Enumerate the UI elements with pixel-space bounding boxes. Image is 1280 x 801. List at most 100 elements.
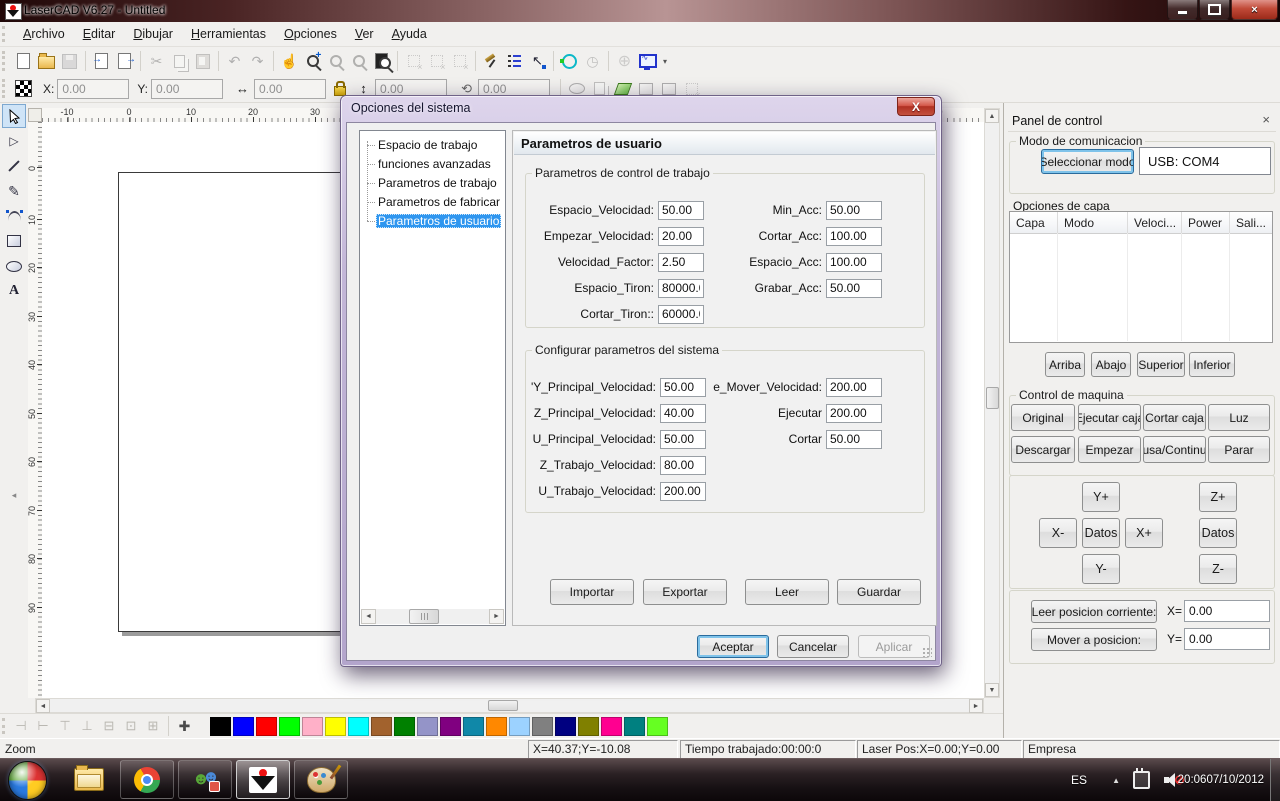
scroll-up-icon[interactable]: ▲ — [985, 109, 999, 123]
minimize-button[interactable] — [1167, 0, 1198, 20]
zoom-out-icon[interactable] — [324, 50, 347, 72]
pick-tool-icon[interactable] — [526, 50, 549, 72]
u-principal-field[interactable] — [660, 430, 706, 449]
save-icon[interactable] — [58, 50, 81, 72]
palette-more-icon[interactable]: ◂ — [2, 483, 26, 507]
vertical-scrollbar[interactable]: ▲ ▼ — [984, 108, 1000, 698]
menu-editar[interactable]: Editar — [74, 24, 125, 44]
palette-color-7[interactable] — [371, 717, 392, 736]
min-acc-field[interactable] — [826, 201, 882, 220]
node-edit-tool[interactable] — [2, 129, 26, 153]
maximize-button[interactable] — [1199, 0, 1230, 20]
cancel-button[interactable]: Cancelar — [777, 635, 849, 658]
ruler-origin[interactable] — [28, 108, 42, 122]
tree-item-fabricar[interactable]: Parametros de fabricar — [360, 193, 505, 212]
move-position-button[interactable]: Mover a posicion: — [1031, 628, 1157, 651]
palette-color-11[interactable] — [463, 717, 484, 736]
menu-herramientas[interactable]: Herramientas — [182, 24, 275, 44]
run-box-button[interactable]: Ejecutar caja — [1078, 404, 1141, 431]
x-position-field[interactable] — [57, 79, 129, 99]
new-document-icon[interactable] — [12, 50, 35, 72]
start-button[interactable]: Empezar — [1078, 436, 1141, 463]
z-trabajo-field[interactable] — [660, 456, 706, 475]
origin-cross-icon[interactable] — [173, 715, 196, 737]
tree-item-trabajo[interactable]: Parametros de trabajo — [360, 174, 505, 193]
empezar-velocidad-field[interactable] — [658, 227, 704, 246]
menu-dibujar[interactable]: Dibujar — [124, 24, 182, 44]
palette-color-6[interactable] — [348, 717, 369, 736]
simulate-tool-icon[interactable] — [480, 50, 503, 72]
pan-hand-icon[interactable] — [278, 50, 301, 72]
col-salida[interactable]: Sali... — [1230, 212, 1272, 233]
language-indicator[interactable]: ES — [1071, 759, 1087, 801]
tray-expand-icon[interactable]: ▲ — [1112, 759, 1120, 801]
palette-color-16[interactable] — [578, 717, 599, 736]
col-modo[interactable]: Modo — [1058, 212, 1128, 233]
tree-item-usuario[interactable]: Parametros de usuario — [360, 212, 505, 231]
align-left-icon[interactable]: ⊣ — [10, 718, 32, 734]
tree-scroll-left-icon[interactable]: ◄ — [361, 609, 376, 624]
cut-icon[interactable] — [145, 50, 168, 72]
import-button[interactable]: Importar — [550, 579, 634, 605]
jog-x-plus-button[interactable]: X+ — [1125, 518, 1163, 548]
horizontal-scroll-thumb[interactable] — [488, 700, 518, 711]
palette-color-10[interactable] — [440, 717, 461, 736]
ellipse-tool[interactable] — [2, 254, 26, 278]
jog-y-minus-button[interactable]: Y- — [1082, 554, 1120, 584]
zoom-in-icon[interactable] — [301, 50, 324, 72]
dialog-resize-grip[interactable] — [922, 647, 932, 657]
espacio-acc-field[interactable] — [826, 253, 882, 272]
import-icon[interactable]: → — [90, 50, 113, 72]
open-file-icon[interactable] — [35, 50, 58, 72]
tree-item-funciones[interactable]: funciones avanzadas — [360, 155, 505, 174]
node-delete-icon[interactable] — [425, 50, 448, 72]
palette-color-1[interactable] — [233, 717, 254, 736]
align-bottom-icon[interactable]: ⊥ — [76, 718, 98, 734]
layer-bottom-button[interactable]: Inferior — [1189, 352, 1235, 377]
light-button[interactable]: Luz — [1208, 404, 1270, 431]
circle-node-icon[interactable] — [558, 50, 581, 72]
palette-color-18[interactable] — [624, 717, 645, 736]
zoom-all-icon[interactable] — [347, 50, 370, 72]
vertical-scroll-thumb[interactable] — [986, 387, 999, 409]
horizontal-scrollbar[interactable]: ◄ ► — [35, 698, 984, 713]
network-icon[interactable] — [613, 50, 636, 72]
layer-table[interactable]: Capa Modo Veloci... Power Sali... — [1009, 211, 1273, 343]
save-params-button[interactable]: Guardar — [837, 579, 921, 605]
jog-z-minus-button[interactable]: Z- — [1199, 554, 1237, 584]
layer-up-button[interactable]: Arriba — [1045, 352, 1085, 377]
panel-close-icon[interactable]: × — [1262, 112, 1270, 127]
align-right-icon[interactable]: ⊢ — [32, 718, 54, 734]
z-principal-field[interactable] — [660, 404, 706, 423]
cortar-tiron-field[interactable] — [658, 305, 704, 324]
taskbar-lasercad-button[interactable] — [236, 760, 290, 799]
pos-y-field[interactable] — [1184, 628, 1270, 650]
original-button[interactable]: Original — [1011, 404, 1075, 431]
zoom-page-icon[interactable] — [370, 50, 393, 72]
dialog-close-button[interactable]: X — [897, 97, 935, 116]
menu-ver[interactable]: Ver — [346, 24, 383, 44]
cortar-field[interactable] — [826, 430, 882, 449]
read-button[interactable]: Leer — [745, 579, 829, 605]
line-tool[interactable] — [2, 154, 26, 178]
taskbar-paint-button[interactable] — [294, 760, 348, 799]
pause-continue-button[interactable]: usa/Continu — [1143, 436, 1206, 463]
select-tool[interactable] — [2, 104, 26, 128]
scroll-right-icon[interactable]: ► — [969, 699, 983, 713]
stop-button[interactable]: Parar — [1208, 436, 1270, 463]
velocidad-factor-field[interactable] — [658, 253, 704, 272]
menu-opciones[interactable]: Opciones — [275, 24, 346, 44]
palette-color-13[interactable] — [509, 717, 530, 736]
cortar-acc-field[interactable] — [826, 227, 882, 246]
y-position-field[interactable] — [151, 79, 223, 99]
close-button[interactable]: × — [1231, 0, 1278, 20]
palette-color-14[interactable] — [532, 717, 553, 736]
toolbar-overflow-icon[interactable]: ▾ — [663, 57, 667, 66]
undo-icon[interactable] — [223, 50, 246, 72]
apply-button[interactable]: Aplicar — [858, 635, 930, 658]
palette-color-5[interactable] — [325, 717, 346, 736]
pos-x-field[interactable] — [1184, 600, 1270, 622]
palette-color-15[interactable] — [555, 717, 576, 736]
tree-scroll-thumb[interactable] — [409, 609, 439, 624]
palette-color-12[interactable] — [486, 717, 507, 736]
